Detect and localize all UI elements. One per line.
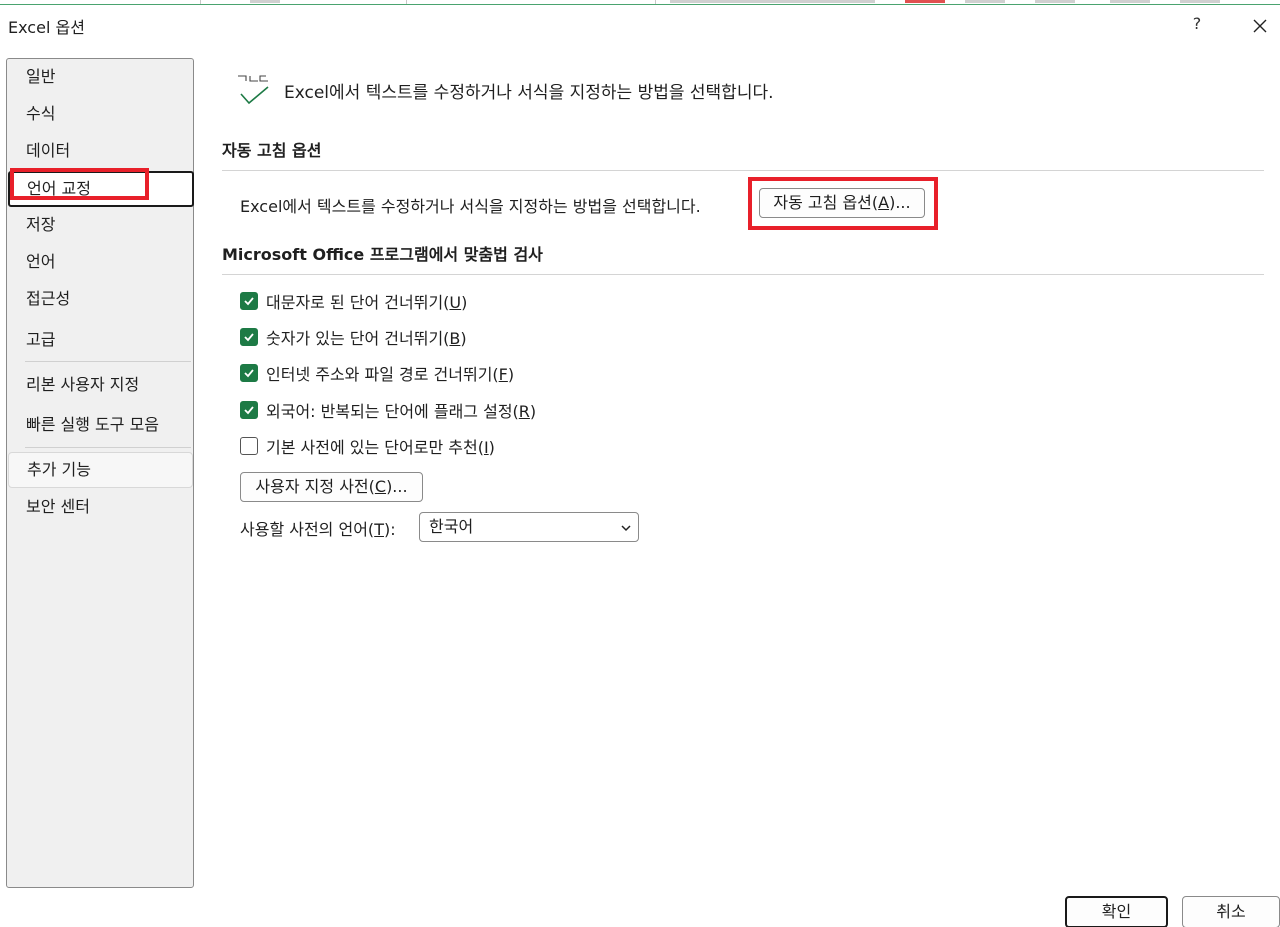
sidebar-item-language[interactable]: 언어 <box>7 244 193 280</box>
sidebar-item-data[interactable]: 데이터 <box>7 133 193 169</box>
ok-button[interactable]: 확인 <box>1065 896 1168 927</box>
strip-block <box>965 0 1005 3</box>
help-button[interactable]: ? <box>1186 14 1208 36</box>
button-label: 자동 고침 옵션( <box>773 193 879 212</box>
checkmark-icon <box>244 369 254 378</box>
button-accelerator: C <box>374 477 387 496</box>
button-accelerator: A <box>878 193 890 212</box>
checkbox-checked[interactable] <box>240 328 258 346</box>
option-label: 기본 사전에 있는 단어로만 추천(I) <box>266 438 495 457</box>
strip-block <box>1180 0 1220 3</box>
background-app-strip <box>0 0 1280 8</box>
strip-block <box>1035 0 1075 3</box>
cancel-button[interactable]: 취소 <box>1182 896 1280 927</box>
button-label-suffix: )... <box>889 193 911 212</box>
strip-block <box>905 0 945 3</box>
button-label: 사용자 지정 사전( <box>255 477 375 496</box>
option-ignore-urls[interactable]: 인터넷 주소와 파일 경로 건너뛰기(F) <box>240 361 514 385</box>
sidebar-item-customize-ribbon[interactable]: 리본 사용자 지정 <box>7 367 193 403</box>
sidebar-item-trust-center[interactable]: 보안 센터 <box>7 489 193 525</box>
strip-tick <box>655 0 656 4</box>
section-divider <box>222 170 1264 171</box>
dialog-titlebar: Excel 옵션 ? <box>0 8 1280 42</box>
checkmark-icon <box>244 333 254 342</box>
checkmark-icon <box>244 297 254 306</box>
strip-tick <box>200 0 201 4</box>
sidebar-item-proofing[interactable]: 언어 교정 <box>8 171 194 207</box>
sidebar-item-formulas[interactable]: 수식 <box>7 96 193 132</box>
option-suggest-main-dictionary-only[interactable]: 기본 사전에 있는 단어로만 추천(I) <box>240 434 495 458</box>
checkmark-icon <box>244 406 254 415</box>
chevron-down-icon <box>621 525 631 532</box>
option-label: 인터넷 주소와 파일 경로 건너뛰기(F) <box>266 365 515 384</box>
checkbox-checked[interactable] <box>240 401 258 419</box>
spelling-section-title: Microsoft Office 프로그램에서 맞춤법 검사 <box>222 245 543 264</box>
sidebar-item-save[interactable]: 저장 <box>7 207 193 243</box>
strip-block <box>1110 0 1150 3</box>
checkbox-checked[interactable] <box>240 364 258 382</box>
checkbox-checked[interactable] <box>240 292 258 310</box>
option-flag-repeated-words[interactable]: 외국어: 반복되는 단어에 플래그 설정(R) <box>240 398 536 422</box>
options-sidebar: 일반 수식 데이터 언어 교정 저장 언어 접근성 고급 리본 사용자 지정 빠… <box>6 58 194 888</box>
sidebar-item-general[interactable]: 일반 <box>7 59 193 95</box>
option-label: 외국어: 반복되는 단어에 플래그 설정(R) <box>266 402 537 421</box>
sidebar-divider <box>25 361 191 362</box>
option-ignore-numbers[interactable]: 숫자가 있는 단어 건너뛰기(B) <box>240 325 467 349</box>
strip-tick <box>406 0 407 4</box>
autocorrect-description: Excel에서 텍스트를 수정하거나 서식을 지정하는 방법을 선택합니다. <box>240 197 701 216</box>
dictionary-language-select[interactable]: 한국어 <box>419 512 639 542</box>
sidebar-divider <box>25 447 191 448</box>
sidebar-item-advanced[interactable]: 고급 <box>7 322 193 358</box>
sidebar-item-quick-access-toolbar[interactable]: 빠른 실행 도구 모음 <box>7 407 193 443</box>
autocorrect-section-title: 자동 고침 옵션 <box>222 141 322 160</box>
autocorrect-options-button[interactable]: 자동 고침 옵션(A)... <box>759 188 925 218</box>
dictionary-language-label: 사용할 사전의 언어(T): <box>240 520 396 539</box>
select-value: 한국어 <box>429 517 474 536</box>
strip-line <box>0 4 1280 5</box>
dialog-title: Excel 옵션 <box>8 18 85 37</box>
abc-check-icon <box>238 75 269 105</box>
button-label-suffix: )... <box>386 477 408 496</box>
close-icon <box>1253 19 1267 33</box>
page-header-text: Excel에서 텍스트를 수정하거나 서식을 지정하는 방법을 선택합니다. <box>284 83 774 103</box>
sidebar-item-accessibility[interactable]: 접근성 <box>7 281 193 317</box>
option-label: 대문자로 된 단어 건너뛰기(U) <box>266 293 468 312</box>
sidebar-item-add-ins[interactable]: 추가 기능 <box>8 452 193 488</box>
strip-block <box>670 0 875 3</box>
option-ignore-uppercase[interactable]: 대문자로 된 단어 건너뛰기(U) <box>240 289 467 313</box>
option-label: 숫자가 있는 단어 건너뛰기(B) <box>266 329 467 348</box>
checkbox-unchecked[interactable] <box>240 437 258 455</box>
close-button[interactable] <box>1248 14 1272 38</box>
strip-block <box>250 0 280 3</box>
section-divider <box>222 274 1264 275</box>
custom-dictionaries-button[interactable]: 사용자 지정 사전(C)... <box>240 472 423 502</box>
